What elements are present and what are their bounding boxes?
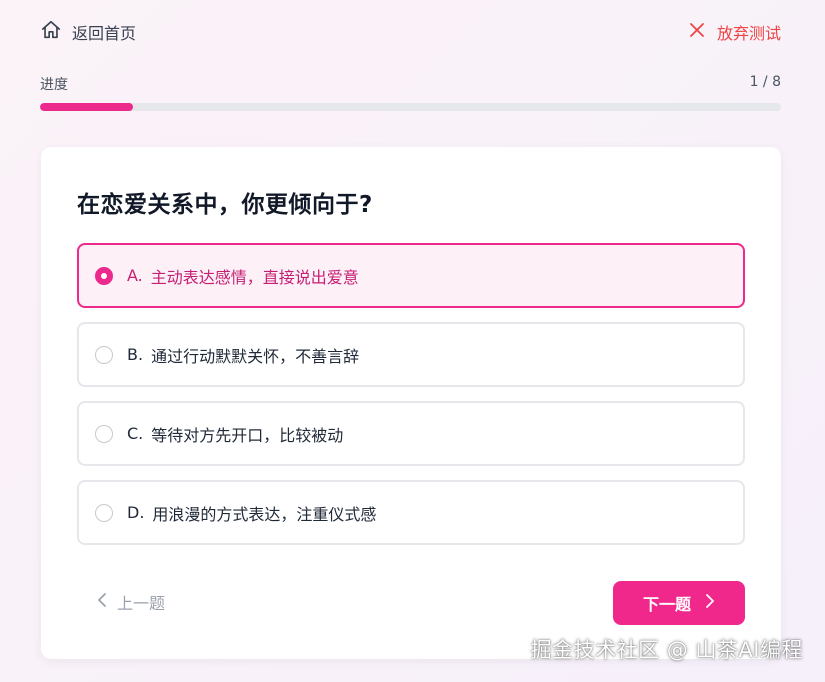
chevron-right-icon: [705, 593, 715, 613]
home-link-label: 返回首页: [72, 24, 137, 43]
progress-label: 进度: [40, 77, 68, 93]
question-title: 在恋爱关系中，你更倾向于?: [77, 192, 373, 218]
option-text: 通过行动默默关怀，不善言辞: [151, 346, 360, 366]
option-text: 用浪漫的方式表达，注重仪式感: [152, 504, 377, 524]
progress-count: 1 / 8: [749, 74, 781, 90]
option-b[interactable]: B. 通过行动默默关怀，不善言辞: [77, 322, 745, 387]
option-c[interactable]: C. 等待对方先开口，比较被动: [77, 401, 745, 466]
progress-bar-fill: [40, 103, 133, 111]
radio-button[interactable]: [95, 424, 113, 443]
home-link[interactable]: 返回首页: [40, 18, 136, 46]
question-card: 在恋爱关系中，你更倾向于? A. 主动表达感情，直接说出爱意 B. 通过行动默默…: [41, 147, 781, 659]
chevron-left-icon: [97, 592, 107, 612]
close-icon: [689, 22, 705, 42]
progress-bar: [40, 103, 781, 111]
option-a[interactable]: A. 主动表达感情，直接说出爱意: [77, 243, 745, 308]
watermark: 掘金技术社区 @ 山茶AI编程: [530, 638, 803, 662]
top-bar: 返回首页 放弃测试: [40, 18, 781, 46]
progress-header: 进度 1 / 8: [40, 74, 781, 94]
option-key: A.: [127, 266, 143, 285]
next-question-button[interactable]: 下一题: [613, 581, 745, 625]
radio-button[interactable]: [95, 503, 113, 522]
quit-test-label: 放弃测试: [716, 24, 781, 43]
options-list: A. 主动表达感情，直接说出爱意 B. 通过行动默默关怀，不善言辞 C. 等待对…: [77, 243, 745, 559]
quit-test-button[interactable]: 放弃测试: [689, 18, 781, 46]
option-text: 等待对方先开口，比较被动: [151, 425, 344, 445]
home-icon: [40, 19, 62, 45]
option-key: B.: [127, 345, 144, 364]
radio-button[interactable]: [95, 345, 113, 364]
option-d[interactable]: D. 用浪漫的方式表达，注重仪式感: [77, 480, 745, 545]
option-key: D.: [127, 503, 145, 522]
prev-question-button[interactable]: 上一题: [97, 590, 165, 614]
option-key: C.: [127, 424, 144, 443]
radio-button[interactable]: [95, 266, 113, 285]
option-text: 主动表达感情，直接说出爱意: [150, 267, 359, 287]
next-question-label: 下一题: [642, 595, 691, 614]
prev-question-label: 上一题: [117, 594, 166, 613]
